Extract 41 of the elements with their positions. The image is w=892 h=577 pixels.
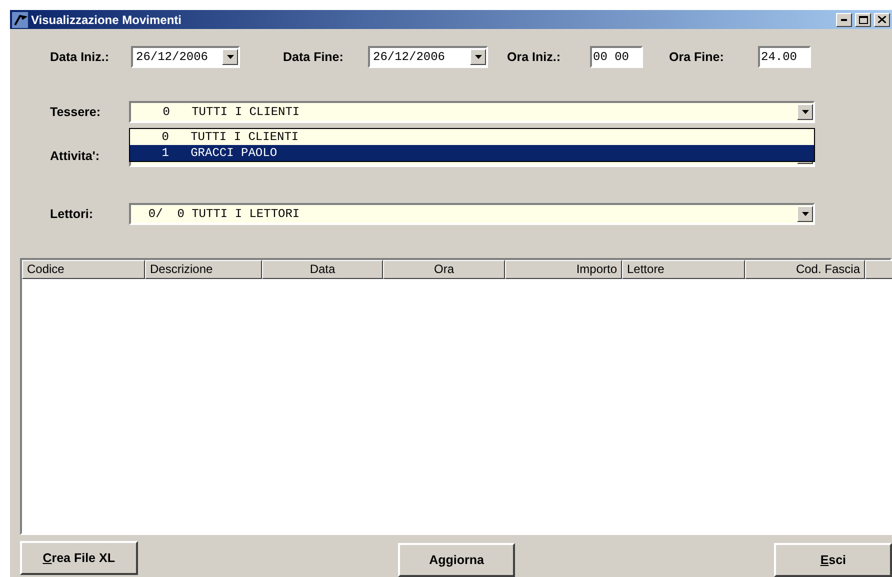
field-label: Lettori: [50, 207, 94, 221]
time-field[interactable]: 24.00 [758, 46, 811, 68]
dropdown-button[interactable] [797, 104, 813, 120]
minimize-icon [841, 18, 847, 20]
dropdown-button[interactable] [470, 49, 486, 65]
dropdown-arrow-icon [226, 55, 234, 59]
field-label: Data Iniz.: [50, 50, 110, 64]
field-label: Attivita': [50, 149, 100, 163]
cards-combo[interactable]: 0 TUTTI I CLIENTI [129, 101, 815, 123]
close-icon [878, 16, 886, 23]
readers-combo[interactable]: 0/ 0 TUTTI I LETTORI [129, 203, 815, 225]
dropdown-button[interactable] [797, 206, 813, 222]
column-header[interactable]: Importo [505, 260, 622, 279]
time-field[interactable]: 00 00 [590, 46, 643, 68]
column-header[interactable]: Codice [22, 260, 145, 279]
dropdown-arrow-icon [802, 110, 808, 114]
column-header[interactable]: Descrizione [145, 260, 262, 279]
dropdown-option[interactable]: 0 TUTTI I CLIENTI [130, 129, 814, 145]
action-button[interactable]: Esci [774, 543, 892, 577]
window-title: Visualizzazione Movimenti [31, 12, 182, 26]
dropdown-button[interactable] [222, 49, 238, 65]
column-header[interactable]: Ora [383, 260, 505, 279]
app-icon [12, 12, 28, 28]
minimize-button[interactable] [836, 12, 852, 26]
column-header[interactable]: Data [262, 260, 383, 279]
field-label: Ora Fine: [669, 50, 725, 64]
field-label: Ora Iniz.: [507, 50, 562, 64]
field-label: Tessere: [50, 105, 102, 119]
column-header[interactable]: Cod. Fascia [745, 260, 865, 279]
maximize-button[interactable] [855, 12, 871, 26]
column-header[interactable]: Lettore [622, 260, 745, 279]
dropdown-option[interactable]: 1 GRACCI PAOLO [130, 145, 814, 161]
date-combo[interactable]: 26/12/2006 [368, 46, 488, 68]
field-label: Data Fine: [283, 50, 344, 64]
dropdown-arrow-icon [474, 55, 482, 59]
action-button[interactable]: Crea File XL [20, 541, 138, 575]
dropdown-arrow-icon [802, 212, 808, 216]
maximize-icon [858, 16, 868, 24]
date-combo[interactable]: 26/12/2006 [131, 46, 240, 68]
action-button[interactable]: Aggiorna [398, 543, 516, 577]
close-button[interactable] [874, 12, 890, 26]
